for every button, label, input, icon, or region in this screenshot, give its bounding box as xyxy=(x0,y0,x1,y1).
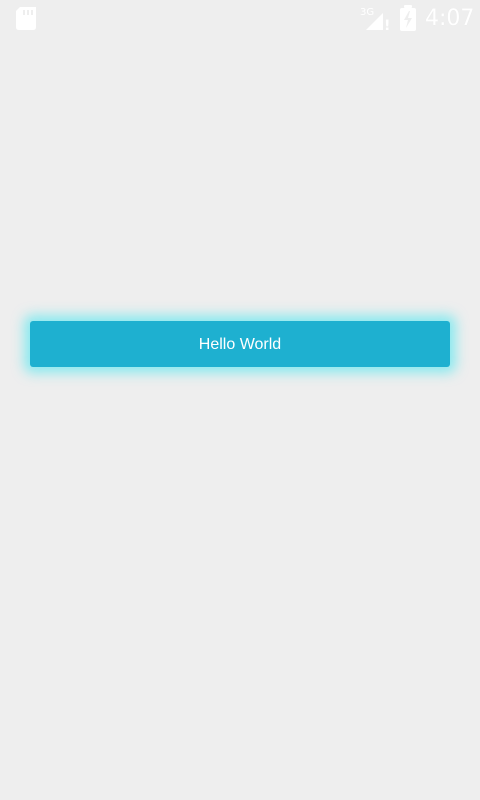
status-bar: 3G ! 4:07 xyxy=(0,0,480,38)
network-signal-icon: 3G ! xyxy=(360,7,390,30)
network-alert-label: ! xyxy=(384,18,390,30)
battery-charging-icon xyxy=(400,5,416,31)
hello-world-button[interactable]: Hello World xyxy=(30,321,450,367)
app-screen: 3G ! 4:07 Hello World xyxy=(0,0,480,800)
status-time: 4:07 xyxy=(425,6,475,31)
network-type-label: 3G xyxy=(360,7,374,18)
main-content: Hello World xyxy=(0,38,480,800)
sd-card-icon xyxy=(16,7,36,30)
